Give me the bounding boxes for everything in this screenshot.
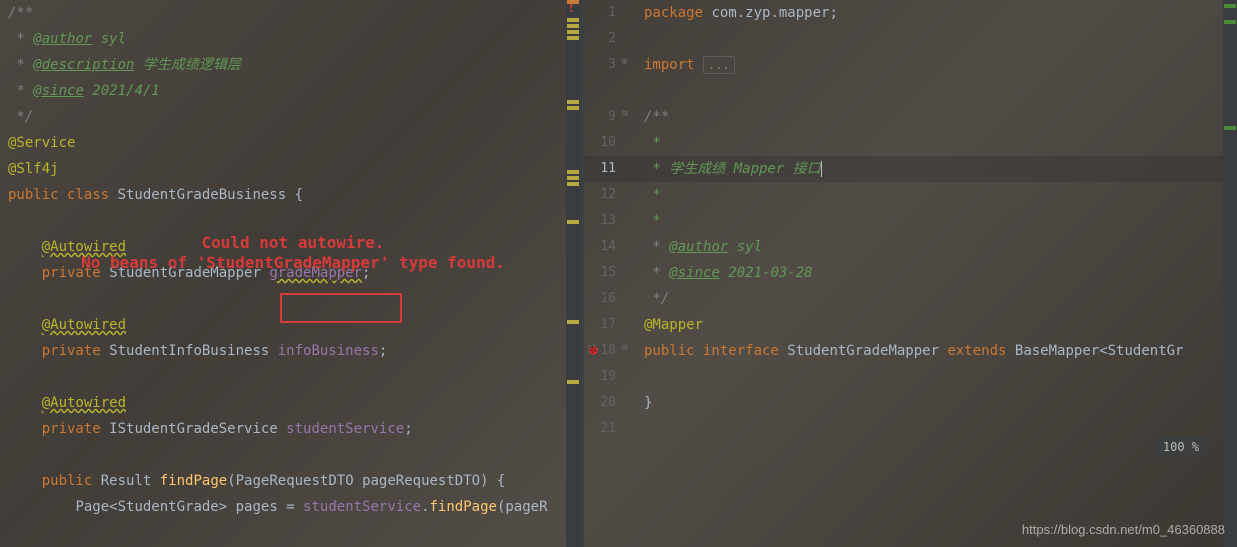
code-line[interactable]: @Mapper	[644, 312, 1221, 338]
minimap-mark[interactable]	[567, 36, 579, 40]
minimap-mark[interactable]	[567, 0, 579, 4]
fold-expand-icon[interactable]: ⊟	[622, 109, 627, 119]
minimap-mark[interactable]	[567, 182, 579, 186]
code-line[interactable]: /**	[644, 104, 1221, 130]
fold-collapsed-icon[interactable]: ⊞	[622, 57, 627, 67]
fold-region[interactable]: ...	[703, 56, 735, 74]
code-line[interactable]: * @since 2021-03-28	[644, 260, 1221, 286]
minimap-mark[interactable]	[1224, 126, 1236, 130]
editor-pane-left[interactable]: /** * @author syl * @description 学生成绩逻辑层…	[0, 0, 580, 547]
code-line[interactable]: */	[8, 104, 564, 130]
code-line[interactable]: private StudentInfoBusiness infoBusiness…	[8, 338, 564, 364]
fold-expand-icon[interactable]: ⊟	[622, 343, 627, 353]
code-line[interactable]: private IStudentGradeService studentServ…	[8, 416, 564, 442]
error-highlight-box	[280, 293, 402, 323]
code-line[interactable]: *	[644, 182, 1221, 208]
code-line[interactable]: */	[644, 286, 1221, 312]
code-line[interactable]	[644, 78, 1221, 104]
code-line[interactable]: }	[644, 390, 1221, 416]
code-line[interactable]: package com.zyp.mapper;	[644, 0, 1221, 26]
code-line[interactable]: public class StudentGradeBusiness {	[8, 182, 564, 208]
code-line[interactable]	[644, 26, 1221, 52]
zoom-indicator: 100 %	[1155, 437, 1207, 457]
code-line[interactable]: * @author syl	[8, 26, 564, 52]
error-tooltip: Could not autowire. No beans of 'Student…	[48, 233, 538, 273]
minimap-right[interactable]	[1223, 0, 1237, 547]
minimap-mark[interactable]	[1224, 20, 1236, 24]
bean-gutter-icon[interactable]: 🐞	[586, 343, 600, 356]
code-line[interactable]: Page<StudentGrade> pages = studentServic…	[8, 494, 564, 520]
minimap-left[interactable]: !	[566, 0, 580, 547]
code-line[interactable]: * @description 学生成绩逻辑层	[8, 52, 564, 78]
gutter-icons: 🐞	[584, 0, 604, 547]
code-line[interactable]: @Slf4j	[8, 156, 564, 182]
editor-pane-right[interactable]: 123 9101112131415161718192021 ⊞ ⊟ ⊟ 🐞 pa…	[584, 0, 1237, 547]
minimap-mark[interactable]	[567, 220, 579, 224]
minimap-mark[interactable]	[567, 30, 579, 34]
code-line[interactable]: import ...	[644, 52, 1221, 78]
code-line[interactable]	[644, 416, 1221, 442]
code-line[interactable]	[8, 364, 564, 390]
code-line[interactable]: @Autowired	[8, 390, 564, 416]
minimap-mark[interactable]	[567, 320, 579, 324]
minimap-mark[interactable]	[567, 106, 579, 110]
code-line[interactable]	[8, 442, 564, 468]
code-line[interactable]	[8, 208, 564, 234]
minimap-mark[interactable]	[567, 170, 579, 174]
text-cursor	[821, 161, 822, 177]
minimap-mark[interactable]	[567, 380, 579, 384]
minimap-mark[interactable]	[567, 24, 579, 28]
code-line[interactable]: public interface StudentGradeMapper exte…	[644, 338, 1221, 364]
code-line[interactable]: public Result findPage(PageRequestDTO pa…	[8, 468, 564, 494]
code-line[interactable]	[644, 364, 1221, 390]
code-line[interactable]: * 学生成绩 Mapper 接口	[644, 156, 1221, 182]
watermark-text: https://blog.csdn.net/m0_46360888	[1022, 522, 1225, 537]
code-line[interactable]: *	[644, 130, 1221, 156]
minimap-mark[interactable]	[567, 176, 579, 180]
code-line[interactable]: /**	[8, 0, 564, 26]
minimap-mark[interactable]	[567, 100, 579, 104]
code-line[interactable]: * @since 2021/4/1	[8, 78, 564, 104]
code-line[interactable]: *	[644, 208, 1221, 234]
fold-gutter[interactable]: ⊞ ⊟ ⊟	[624, 0, 632, 547]
code-area-right[interactable]: package com.zyp.mapper; import ... /** *…	[644, 0, 1221, 442]
split-editor: /** * @author syl * @description 学生成绩逻辑层…	[0, 0, 1237, 547]
code-line[interactable]: * @author syl	[644, 234, 1221, 260]
code-line[interactable]: @Service	[8, 130, 564, 156]
minimap-mark[interactable]	[567, 18, 579, 22]
minimap-mark[interactable]	[1224, 4, 1236, 8]
